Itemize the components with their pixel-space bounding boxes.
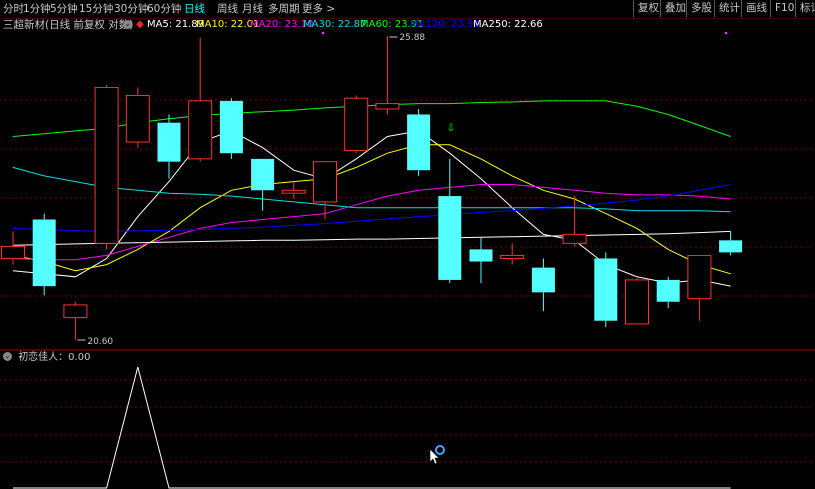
candle-body: [625, 279, 649, 325]
candle-body: [687, 254, 712, 300]
candle-body: [188, 100, 213, 160]
candle: [687, 254, 712, 321]
candle: [625, 276, 649, 325]
candle-body: [500, 254, 525, 259]
candle: [94, 84, 119, 250]
candle-body: [281, 189, 306, 194]
candle-body: [375, 103, 400, 110]
ma-line-ma60: [12, 100, 731, 137]
signal-arrow-icon: ⇩: [447, 123, 455, 134]
candle: [157, 114, 181, 179]
candle-body: [63, 304, 88, 319]
candle: [719, 231, 743, 256]
indicator-title: 初恋佳人：0.00: [18, 352, 91, 363]
candle: [251, 158, 275, 211]
candle-body: [438, 196, 462, 280]
candle: [32, 213, 56, 296]
candle: [562, 196, 587, 247]
candle: [63, 301, 88, 340]
marker-dot: [321, 31, 325, 35]
candle-body: [469, 249, 493, 262]
candle: [188, 37, 213, 162]
candle-body: [719, 240, 743, 253]
ma-line-ma250: [12, 230, 731, 246]
candle-body: [125, 94, 150, 143]
candle-body: [94, 86, 119, 244]
candle-body: [656, 279, 680, 302]
candle-body: [344, 97, 369, 151]
candle-body: [562, 233, 587, 244]
loading-ring-icon: [435, 445, 445, 455]
candle-body: [407, 114, 431, 171]
max-price-label: 25.88: [399, 33, 425, 43]
candle: [594, 252, 618, 328]
candle: [281, 181, 306, 199]
candle-body: [32, 219, 56, 287]
candle: [407, 109, 431, 176]
candle: [375, 36, 400, 115]
candle-body: [313, 161, 337, 203]
min-price-label: 20.60: [87, 337, 113, 347]
candle: [125, 87, 150, 148]
ma-line-ma5: [12, 130, 731, 287]
candle: [344, 95, 369, 154]
ma-line-ma30: [12, 166, 731, 213]
candle: [1, 231, 25, 265]
candle: [469, 237, 493, 284]
candle-body: [157, 122, 181, 162]
candle: [438, 158, 462, 284]
indicator-chart[interactable]: [0, 365, 815, 489]
candle-body: [1, 245, 25, 259]
candle-body: [594, 258, 618, 321]
candle: [219, 98, 243, 159]
ma-line-ma10: [12, 144, 731, 275]
candle-body: [531, 267, 555, 293]
candle: [531, 258, 555, 312]
candle-body: [251, 158, 275, 191]
indicator-settings-icon[interactable]: ⌄: [3, 351, 12, 362]
indicator-title-row: ⌄ 初恋佳人：0.00: [0, 351, 90, 365]
marker-dot: [724, 31, 728, 35]
indicator-line: [13, 366, 731, 489]
candle-body: [219, 100, 243, 154]
kline-chart[interactable]: 25.88 20.60 ⇩: [0, 0, 815, 351]
candle: [656, 276, 680, 309]
